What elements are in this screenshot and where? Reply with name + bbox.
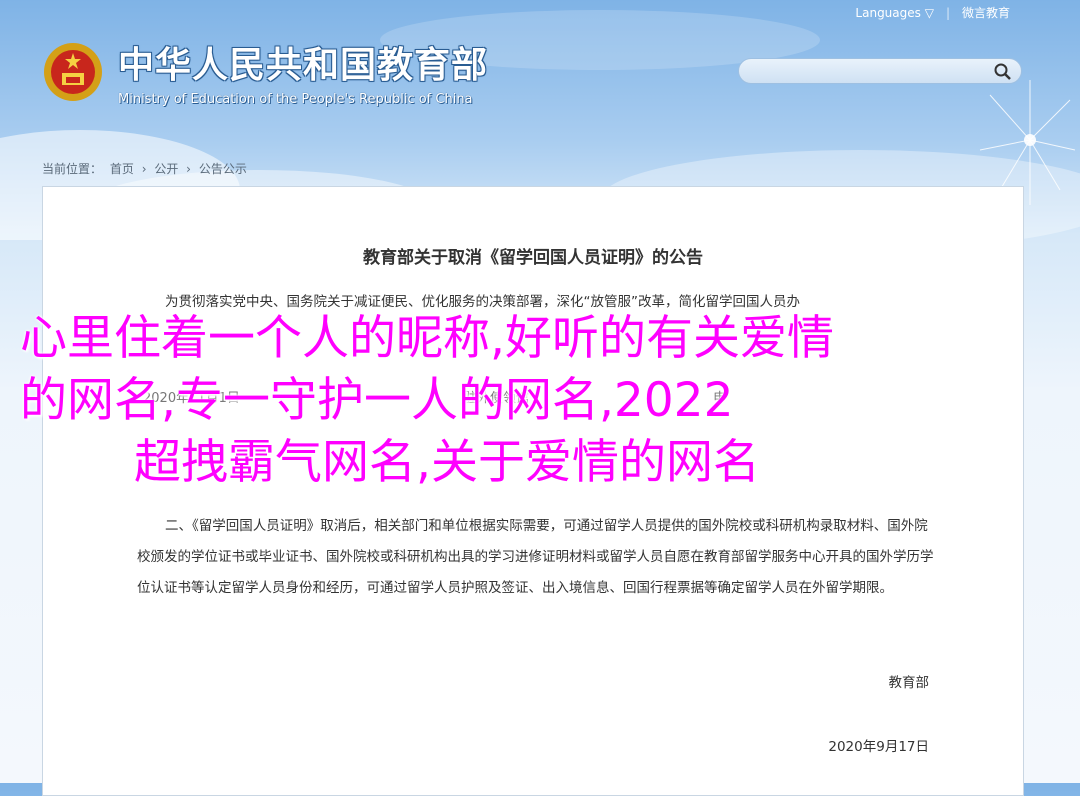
breadcrumb-item-public[interactable]: 公开 <box>154 162 178 176</box>
top-links: Languages ▽ | 微言教育 <box>855 4 1010 21</box>
languages-link[interactable]: Languages ▽ <box>855 6 934 20</box>
weibo-link[interactable]: 微言教育 <box>962 4 1010 21</box>
national-emblem-icon[interactable] <box>42 41 104 103</box>
site-title-cn[interactable]: 中华人民共和国教育部 <box>118 36 488 88</box>
site-header: 中华人民共和国教育部 Ministry of Education of the … <box>42 36 488 107</box>
article-signer: 教育部 <box>888 675 930 691</box>
breadcrumb-separator: › <box>186 162 191 176</box>
search-box <box>738 58 1022 84</box>
article-date: 2020年9月17日 <box>828 739 929 755</box>
site-title-en: Ministry of Education of the People's Re… <box>118 92 473 107</box>
breadcrumb: 当前位置： 首页 › 公开 › 公告公示 <box>42 160 251 177</box>
divider: | <box>945 5 950 20</box>
search-input[interactable] <box>751 59 995 83</box>
overlay-line: 超拽霸气网名,关于爱情的网名 <box>134 435 760 490</box>
overlay-headline: 心里住着一个人的昵称,好听的有关爱情 的网名,专一守护一人的网名,2022 超拽… <box>20 308 1070 494</box>
article-title: 教育部关于取消《留学回国人员证明》的公告 <box>363 248 703 268</box>
article-paragraph-3: 二、《留学回国人员证明》取消后，相关部门和单位根据实际需要，可通过留学人员提供的… <box>137 518 934 596</box>
overlay-line: 心里住着一个人的昵称,好听的有关爱情 <box>20 311 834 366</box>
breadcrumb-separator: › <box>141 162 147 176</box>
breadcrumb-prefix: 当前位置： <box>42 162 103 176</box>
search-icon[interactable] <box>993 62 1013 82</box>
overlay-line: 的网名,专一守护一人的网名,2022 <box>20 373 734 428</box>
breadcrumb-item-home[interactable]: 首页 <box>110 162 134 176</box>
breadcrumb-item-announcements[interactable]: 公告公示 <box>199 162 247 176</box>
